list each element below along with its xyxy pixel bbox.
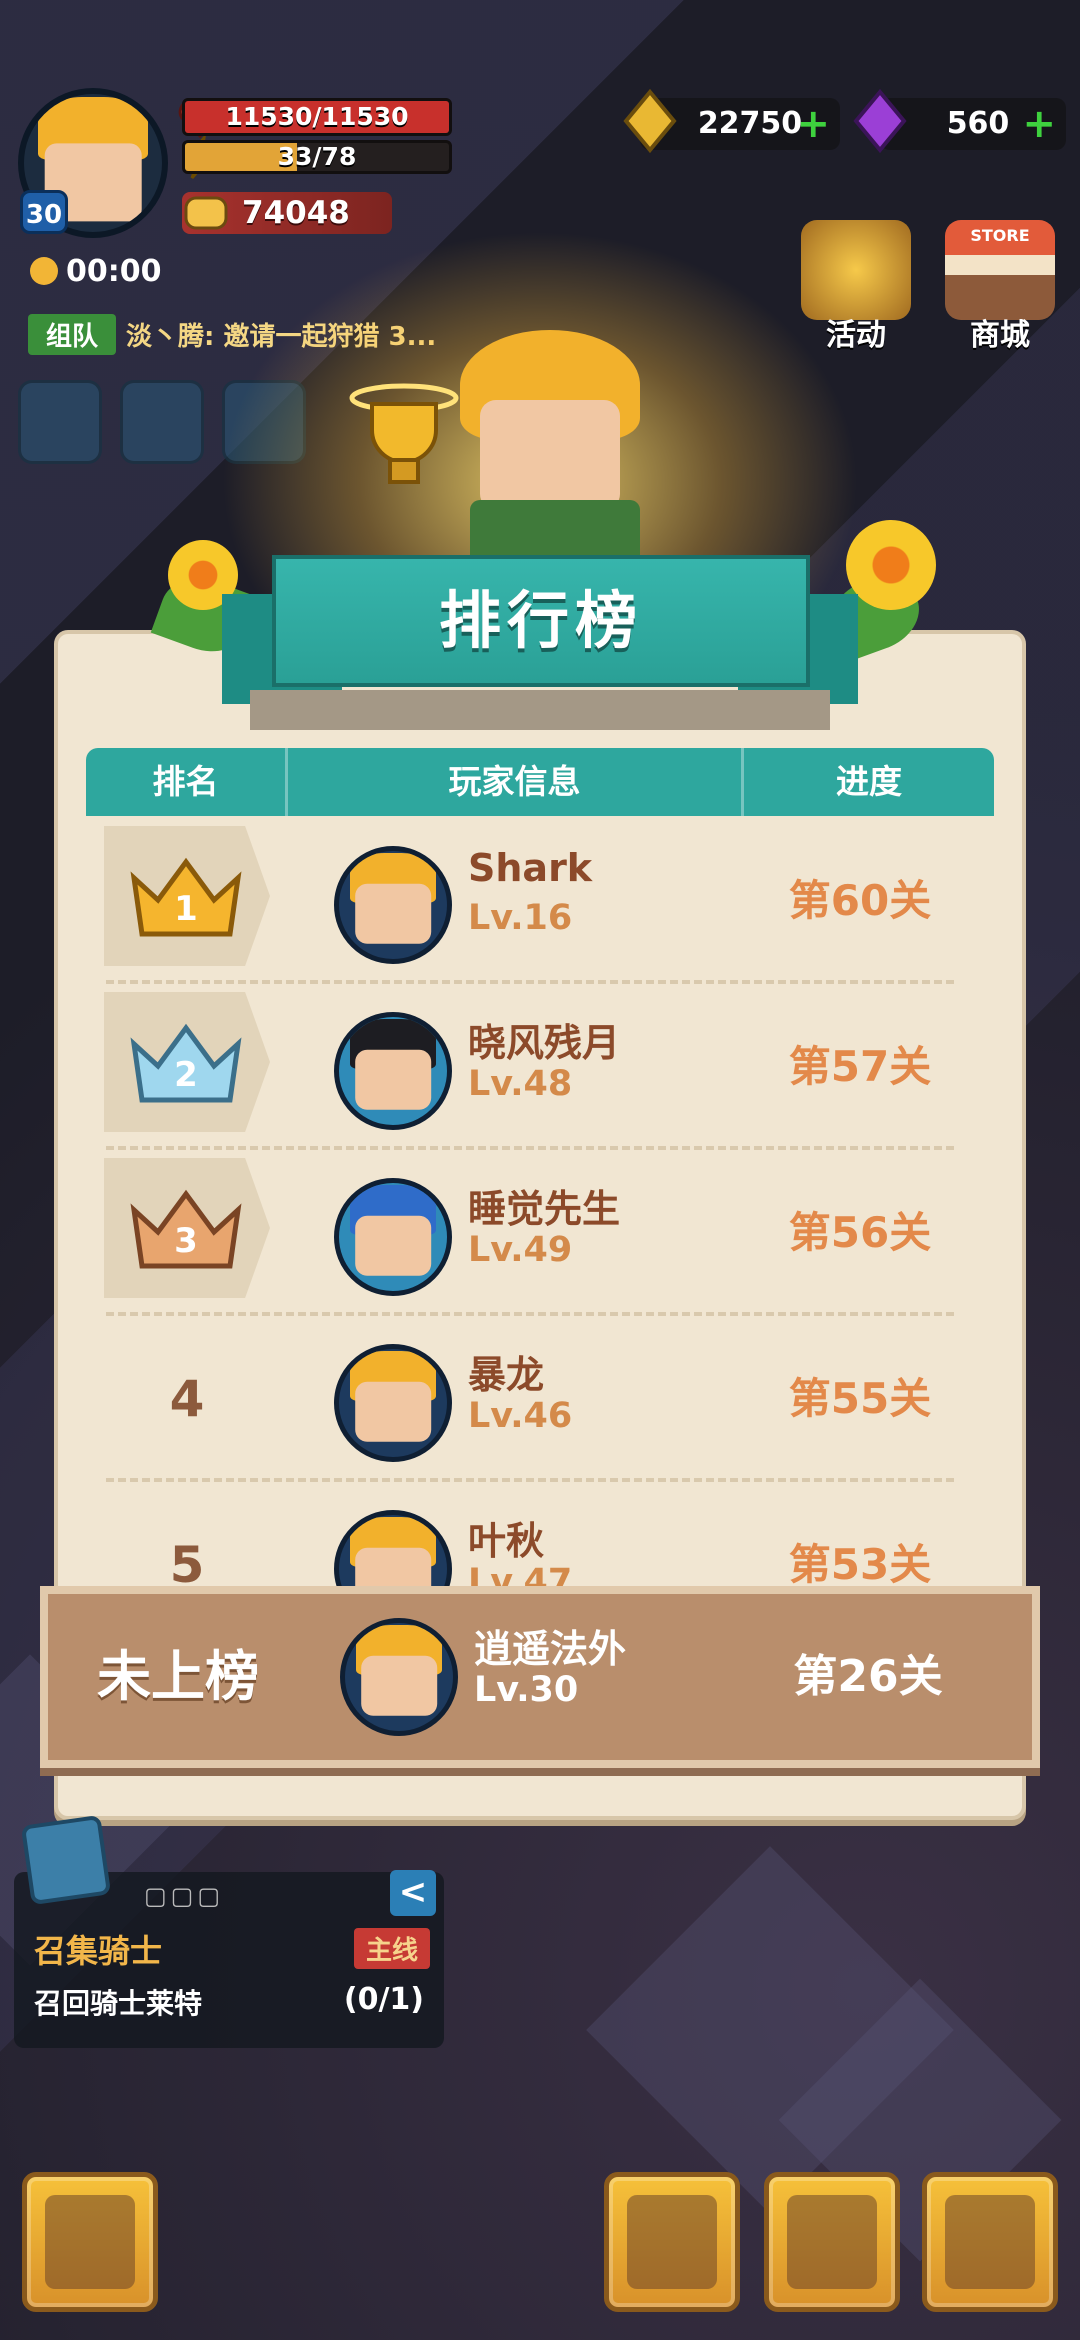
table-row[interactable]: 3 睡觉先生 Lv.49 第56关 (86, 1150, 994, 1316)
energy-text: 33/78 (277, 142, 357, 171)
add-gem-icon[interactable]: + (1022, 98, 1056, 150)
avatar[interactable] (334, 1012, 452, 1130)
gem-value: 560 (946, 106, 1010, 141)
table-row[interactable]: 2 晓风残月 Lv.48 第57关 (86, 984, 994, 1150)
rank-number: 5 (169, 1536, 205, 1586)
team-tag: 组队 (28, 313, 117, 355)
gold-value: 22750 (697, 106, 803, 141)
power-value: 74048 (242, 195, 350, 231)
my-level: Lv.30 (474, 1670, 579, 1710)
player-name: 叶秋 (468, 1519, 545, 1563)
flower-icon (846, 520, 936, 610)
timer-value: 00:00 (66, 254, 162, 289)
player-level: Lv.49 (468, 1230, 573, 1270)
sun-icon (30, 257, 58, 285)
avatar[interactable] (334, 1510, 452, 1586)
bronze-crown-icon: 3 (130, 1189, 242, 1269)
gold-crown-icon: 1 (130, 857, 242, 937)
player-name: 晓风残月 (468, 1021, 621, 1065)
player-name: 暴龙 (468, 1353, 545, 1397)
column-header-rank: 排名 (86, 748, 288, 816)
timer-display: 00:00 (30, 254, 162, 289)
hero-character (440, 330, 670, 570)
bag-button[interactable] (922, 2172, 1058, 2312)
rank-number: 4 (169, 1370, 205, 1428)
map-icon[interactable] (18, 380, 102, 464)
my-rank: 未上榜 (97, 1645, 259, 1708)
store-sign: STORE (970, 226, 1030, 245)
hp-text: 11530/11530 (225, 102, 409, 131)
table-header: 排名 玩家信息 进度 (86, 748, 994, 816)
player-level: Lv.46 (468, 1396, 573, 1436)
leaderboard-title: 排行榜 (272, 555, 810, 687)
hero-icon (627, 2195, 717, 2289)
backpack-icon (945, 2195, 1035, 2289)
hp-bar: 11530/11530 (182, 98, 452, 136)
player-level: Lv.48 (468, 1064, 573, 1104)
player-stage: 第55关 (788, 1374, 932, 1423)
banner-shadow (250, 690, 830, 730)
player-stage: 第56关 (788, 1208, 932, 1257)
store-icon: STORE (945, 220, 1055, 320)
hero-button[interactable] (604, 2172, 740, 2312)
column-header-player: 玩家信息 (288, 748, 744, 816)
table-row[interactable]: 1 Shark Lv.16 第60关 (86, 818, 994, 984)
silver-crown-icon: 2 (130, 1023, 242, 1103)
player-name: Shark (468, 846, 593, 890)
pet-button[interactable] (764, 2172, 900, 2312)
my-name: 逍遥法外 (474, 1627, 627, 1671)
player-level: Lv.47 (468, 1562, 573, 1586)
my-stage: 第26关 (793, 1651, 943, 1702)
hammer-icon (45, 2195, 135, 2289)
crown-rank-2: 2 (174, 1055, 198, 1095)
avatar[interactable] (334, 1344, 452, 1462)
quest-book-icon[interactable] (20, 1814, 112, 1906)
build-hammer-button[interactable] (22, 2172, 158, 2312)
player-stage: 第60关 (788, 876, 932, 925)
quest-tag: 主线 (353, 1928, 430, 1969)
player-stage: 第53关 (788, 1540, 932, 1586)
trophy-icon (349, 383, 459, 484)
quest-progress: (0/1) (343, 1982, 424, 2017)
player-name: 睡觉先生 (468, 1187, 621, 1231)
player-level-badge: 30 (20, 190, 68, 234)
mail-icon[interactable] (120, 380, 204, 464)
player-stage: 第57关 (788, 1042, 932, 1091)
purple-gem-icon (853, 88, 907, 154)
quest-title: 召集骑士 (34, 1932, 163, 1970)
table-row[interactable]: 5 叶秋 Lv.47 第53关 (86, 1482, 994, 1586)
quest-description: 召回骑士莱特 (34, 1987, 203, 2020)
collapse-button[interactable]: < (390, 1870, 436, 1916)
add-gold-icon[interactable]: + (796, 98, 830, 150)
shop-button[interactable]: STORE 商城 (940, 220, 1060, 354)
column-header-progress: 进度 (836, 762, 902, 801)
avatar[interactable] (334, 1178, 452, 1296)
gold-coin-icon (623, 88, 677, 154)
quest-dots: ▢▢▢ (144, 1882, 225, 1910)
my-rank-row[interactable]: 未上榜 逍遥法外 Lv.30 第26关 (40, 1586, 1040, 1768)
energy-bar: 33/78 (182, 140, 452, 174)
my-avatar[interactable] (340, 1618, 458, 1736)
crown-rank-1: 1 (174, 889, 198, 929)
player-level: Lv.16 (468, 898, 573, 938)
avatar[interactable] (334, 846, 452, 964)
crown-rank-3: 3 (174, 1221, 198, 1261)
pet-icon (787, 2195, 877, 2289)
shop-label: 商城 (970, 318, 1030, 353)
table-row[interactable]: 4 暴龙 Lv.46 第55关 (86, 1316, 994, 1482)
